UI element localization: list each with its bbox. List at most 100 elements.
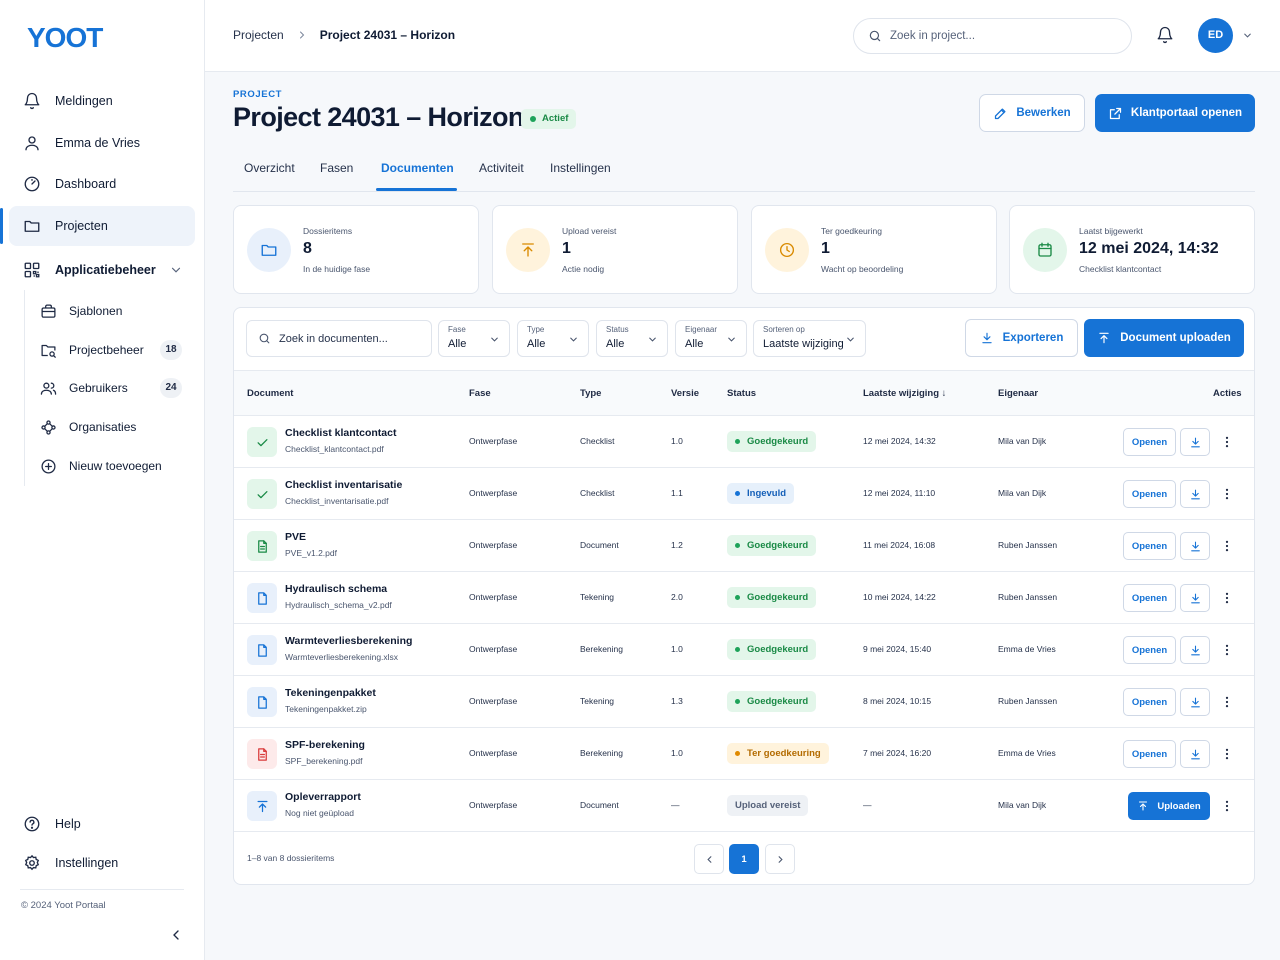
column-header-fase[interactable]: Fase [469, 388, 491, 399]
sidebar-subitem-nieuw-toevoegen[interactable]: Nieuw toevoegen [30, 448, 190, 484]
download-icon [980, 331, 994, 345]
open-client-portal-button[interactable]: Klantportaal openen [1095, 94, 1255, 132]
network-icon [40, 419, 57, 436]
more-options-button[interactable] [1220, 484, 1234, 504]
chevron-right-icon [775, 854, 786, 865]
more-options-button[interactable] [1220, 796, 1234, 816]
stat-value: 12 mei 2024, 14:32 [1079, 240, 1219, 257]
sidebar-subitem-organisaties[interactable]: Organisaties [30, 409, 190, 445]
column-header-document[interactable]: Document [247, 388, 293, 399]
open-button[interactable]: Openen [1123, 428, 1176, 456]
sidebar-item-dashboard[interactable]: Dashboard [9, 164, 195, 204]
project-search-input[interactable] [890, 30, 1110, 42]
row-upload-button[interactable]: Uploaden [1128, 792, 1210, 820]
document-name[interactable]: Checklist klantcontact [285, 427, 396, 439]
table-row[interactable]: Warmteverliesberekening Warmteverliesber… [234, 624, 1254, 676]
column-header-status[interactable]: Status [727, 388, 756, 399]
sidebar-item-label: Instellingen [55, 856, 119, 870]
sidebar-subitem-projectbeheer[interactable]: Projectbeheer 18 [30, 332, 190, 368]
more-options-button[interactable] [1220, 432, 1234, 452]
document-name[interactable]: Opleverrapport [285, 791, 361, 803]
sidebar-item-help[interactable]: Help [9, 804, 195, 844]
open-button[interactable]: Openen [1123, 584, 1176, 612]
export-button[interactable]: Exporteren [965, 319, 1078, 357]
filter-eigenaar[interactable]: Eigenaar Alle [675, 320, 747, 357]
table-row[interactable]: PVE PVE_v1.2.pdf Ontwerpfase Document 1.… [234, 520, 1254, 572]
document-type: Checklist [580, 436, 615, 446]
document-filename: Warmteverliesberekening.xlsx [285, 652, 399, 662]
filter-type[interactable]: Type Alle [517, 320, 589, 357]
document-name[interactable]: SPF-berekening [285, 739, 365, 751]
sidebar-item-instellingen[interactable]: Instellingen [9, 843, 195, 883]
column-header-eigenaar[interactable]: Eigenaar [998, 388, 1038, 399]
filter-fase[interactable]: Fase Alle [438, 320, 510, 357]
open-button[interactable]: Openen [1123, 480, 1176, 508]
open-button[interactable]: Openen [1123, 532, 1176, 560]
download-button[interactable] [1180, 532, 1210, 560]
status-badge: Goedgekeurd [727, 691, 817, 712]
stat-card-dossieritems: Dossieritems 8 In de huidige fase [233, 205, 479, 294]
open-button[interactable]: Openen [1123, 688, 1176, 716]
document-name[interactable]: Warmteverliesberekening [285, 635, 412, 647]
download-button[interactable] [1180, 480, 1210, 508]
open-button[interactable]: Openen [1123, 636, 1176, 664]
tab-fasen[interactable]: Fasen [320, 161, 353, 175]
more-options-button[interactable] [1220, 536, 1234, 556]
download-button[interactable] [1180, 688, 1210, 716]
more-options-button[interactable] [1220, 640, 1234, 660]
more-options-button[interactable] [1220, 744, 1234, 764]
upload-icon [1137, 800, 1149, 812]
upload-document-button[interactable]: Document uploaden [1084, 319, 1244, 357]
notifications-bell-icon[interactable] [1156, 26, 1174, 44]
table-row[interactable]: Checklist klantcontact Checklist_klantco… [234, 416, 1254, 468]
table-row[interactable]: Hydraulisch schema Hydraulisch_schema_v2… [234, 572, 1254, 624]
open-button[interactable]: Openen [1123, 740, 1176, 768]
download-button[interactable] [1180, 636, 1210, 664]
document-name[interactable]: PVE [285, 531, 306, 543]
filter-status[interactable]: Status Alle [596, 320, 668, 357]
chevron-down-icon[interactable] [1242, 30, 1253, 41]
download-button[interactable] [1180, 584, 1210, 612]
table-row[interactable]: SPF-berekening SPF_berekening.pdf Ontwer… [234, 728, 1254, 780]
collapse-sidebar-icon[interactable] [168, 927, 184, 943]
sidebar-item-profile[interactable]: Emma de Vries [9, 123, 195, 163]
sidebar-item-projecten[interactable]: Projecten [0, 206, 195, 246]
more-options-button[interactable] [1220, 588, 1234, 608]
document-name[interactable]: Checklist inventarisatie [285, 479, 402, 491]
pagination-next-button[interactable] [765, 844, 795, 874]
document-owner: Mila van Dijk [998, 488, 1047, 498]
download-icon [1189, 488, 1202, 501]
project-search[interactable] [853, 18, 1132, 54]
edit-button[interactable]: Bewerken [979, 94, 1085, 132]
table-row[interactable]: Opleverrapport Nog niet geüpload Ontwerp… [234, 780, 1254, 832]
sort-select[interactable]: Sorteren op Laatste wijziging [753, 320, 866, 357]
column-header-laatste-wijziging[interactable]: Laatste wijziging ↓ [863, 388, 946, 399]
stat-label: Dossieritems [303, 226, 353, 236]
column-header-type[interactable]: Type [580, 388, 601, 399]
download-button[interactable] [1180, 740, 1210, 768]
user-icon [23, 134, 41, 152]
document-name[interactable]: Tekeningenpakket [285, 687, 376, 699]
tab-documenten[interactable]: Documenten [381, 161, 454, 175]
pagination-page-button[interactable]: 1 [729, 844, 759, 874]
document-search-input[interactable] [279, 332, 429, 345]
download-button[interactable] [1180, 428, 1210, 456]
sidebar-item-meldingen[interactable]: Meldingen [9, 81, 195, 121]
avatar[interactable]: ED [1198, 18, 1233, 53]
filter-value: Alle [448, 338, 467, 350]
tab-instellingen[interactable]: Instellingen [550, 161, 611, 175]
pagination-prev-button[interactable] [694, 844, 724, 874]
sidebar-subitem-gebruikers[interactable]: Gebruikers 24 [30, 370, 190, 406]
yoot-logo[interactable]: YOOT [27, 20, 117, 54]
table-row[interactable]: Tekeningenpakket Tekeningenpakket.zip On… [234, 676, 1254, 728]
document-name[interactable]: Hydraulisch schema [285, 583, 387, 595]
sidebar-subitem-sjablonen[interactable]: Sjablonen [30, 293, 190, 329]
column-header-versie[interactable]: Versie [671, 388, 699, 399]
document-search[interactable] [246, 320, 432, 357]
tab-overzicht[interactable]: Overzicht [244, 161, 295, 175]
sidebar-item-applicatiebeheer[interactable]: Applicatiebeheer [9, 250, 195, 290]
tab-activiteit[interactable]: Activiteit [479, 161, 524, 175]
table-row[interactable]: Checklist inventarisatie Checklist_inven… [234, 468, 1254, 520]
more-options-button[interactable] [1220, 692, 1234, 712]
breadcrumb-link-projecten[interactable]: Projecten [233, 28, 284, 42]
